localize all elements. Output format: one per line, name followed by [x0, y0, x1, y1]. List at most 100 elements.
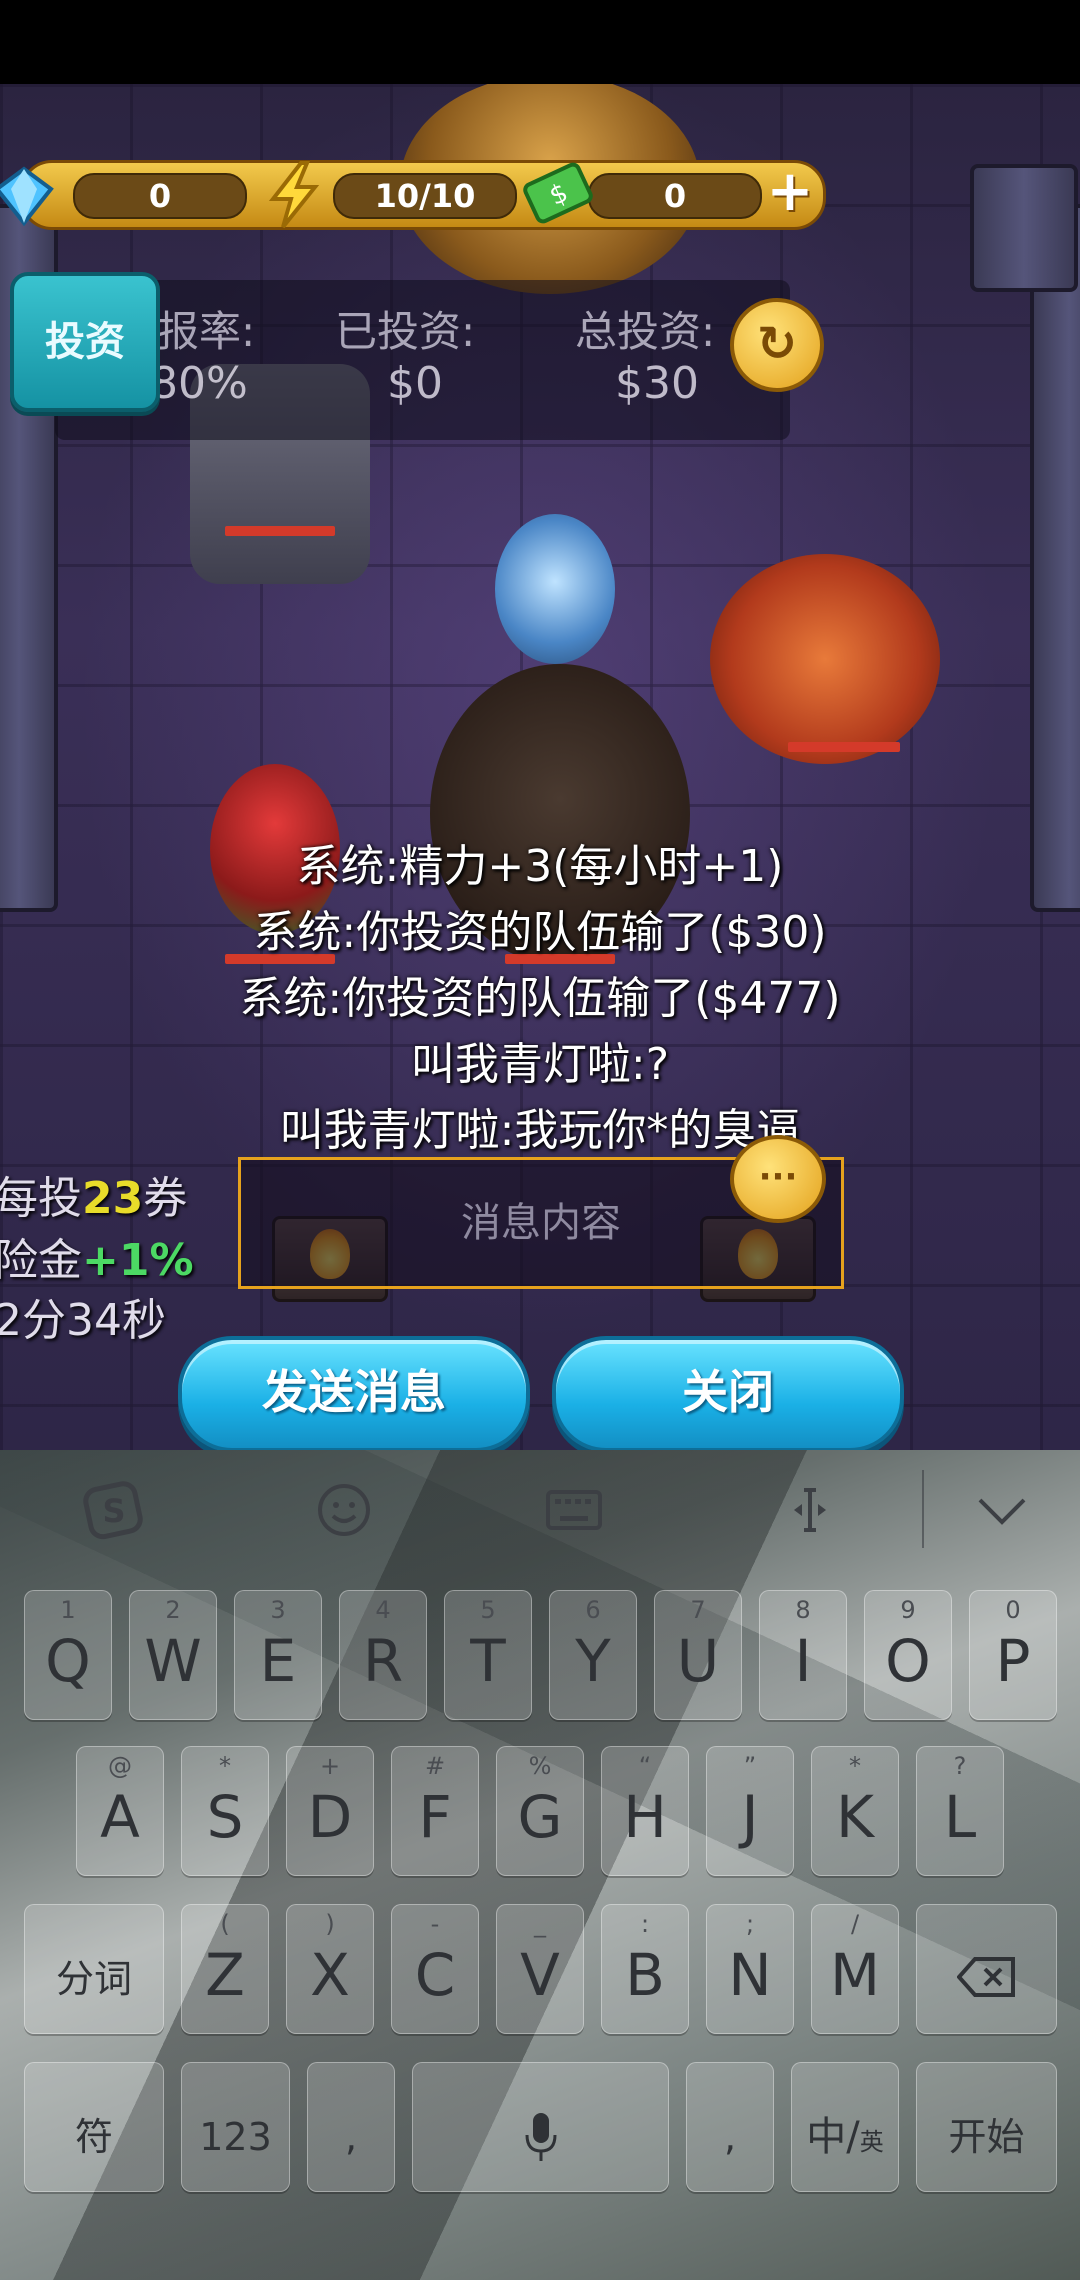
close-button[interactable]: 关闭 — [552, 1336, 904, 1450]
key-z[interactable]: (Z — [181, 1904, 269, 2034]
cursor-icon[interactable] — [778, 1478, 842, 1542]
delete-key[interactable] — [916, 1904, 1057, 2034]
key-label: 123 — [199, 2115, 272, 2159]
invested-value: $0 — [387, 358, 443, 409]
punctuation-key[interactable]: , — [686, 2062, 774, 2192]
beetle-health-bar — [788, 742, 900, 752]
key-k[interactable]: * K — [811, 1746, 899, 1876]
language-switch-key[interactable]: 中/英 — [791, 2062, 899, 2192]
refresh-icon: ↻ — [756, 316, 798, 372]
key-label: P — [995, 1627, 1031, 1695]
send-message-button[interactable]: 发送消息 — [178, 1336, 530, 1450]
invest-button[interactable]: 投资 — [10, 272, 160, 412]
key-o[interactable]: 9O — [864, 1590, 952, 1720]
per-invest-text: 每投23券 — [0, 1162, 187, 1226]
key-label: E — [259, 1627, 297, 1695]
key-j[interactable]: ” J — [706, 1746, 794, 1876]
key-s[interactable]: * S — [181, 1746, 269, 1876]
key-label: A — [100, 1783, 140, 1851]
key-u[interactable]: 7U — [654, 1590, 742, 1720]
chat-line: 叫我青灯啦:? — [410, 1039, 670, 1090]
comma-key[interactable]: , — [307, 2062, 395, 2192]
chat-bubble-button[interactable]: ··· — [730, 1135, 826, 1223]
total-invest-value: $30 — [615, 358, 699, 409]
chat-line: 系统:你投资的队伍输了($477) — [239, 973, 841, 1024]
english-label: 英 — [859, 2128, 884, 2156]
symbol-key[interactable]: 符 — [24, 2062, 164, 2192]
ice-spirit-monster[interactable] — [495, 514, 615, 664]
key-label: K — [835, 1783, 875, 1851]
insurance-value: +1% — [82, 1235, 194, 1286]
key-n[interactable]: ; N — [706, 1904, 794, 2034]
key-label: J — [741, 1783, 759, 1851]
cash-icon: $ — [523, 161, 593, 224]
key-label: N — [728, 1941, 772, 2009]
keyboard-icon[interactable] — [542, 1478, 606, 1542]
collapse-icon[interactable] — [970, 1478, 1034, 1542]
helmet-beetle-monster[interactable] — [710, 554, 940, 764]
go-key[interactable]: 开始 — [916, 2062, 1057, 2192]
segment-key[interactable]: 分词 — [24, 1904, 164, 2034]
chat-line: 叫我青灯啦:我玩你*的臭逼 — [279, 1105, 801, 1156]
key-label: , — [344, 2115, 358, 2159]
key-f[interactable]: # F — [391, 1746, 479, 1876]
key-label: Q — [45, 1627, 91, 1695]
add-currency-button[interactable]: + — [763, 164, 817, 221]
key-h[interactable]: “H — [601, 1746, 689, 1876]
per-invest-suffix: 券 — [143, 1173, 188, 1224]
total-invest-label: 总投资: — [575, 307, 716, 356]
key-r[interactable]: 4R — [339, 1590, 427, 1720]
key-w[interactable]: 2W — [129, 1590, 217, 1720]
key-q[interactable]: 1Q — [24, 1590, 112, 1720]
key-label: 中/英 — [806, 2114, 884, 2160]
key-label: O — [885, 1627, 931, 1695]
diamond-icon — [0, 165, 55, 227]
game-screen: 0 10/10 0 $ + 报率: 80% 已投资: $0 总投资: $30 投… — [0, 84, 1080, 1450]
key-label: L — [943, 1783, 977, 1851]
key-label: S — [206, 1783, 244, 1851]
investment-info-panel: 报率: 80% 已投资: $0 总投资: $30 — [55, 280, 790, 440]
key-label: U — [676, 1627, 720, 1695]
energy-count: 10/10 — [333, 173, 517, 219]
key-label: 符 — [74, 2115, 113, 2159]
key-label: D — [307, 1783, 353, 1851]
key-label: R — [362, 1627, 404, 1695]
key-a[interactable]: @ A — [76, 1746, 164, 1876]
insurance-text: 险金+1% — [0, 1224, 194, 1288]
key-label: V — [520, 1941, 560, 2009]
key-c[interactable]: -C — [391, 1904, 479, 2034]
key-label: Z — [205, 1941, 245, 2009]
insurance-prefix: 险金 — [0, 1235, 82, 1286]
key-label: G — [517, 1783, 563, 1851]
key-e[interactable]: 3E — [234, 1590, 322, 1720]
key-label: T — [470, 1627, 506, 1695]
gem-count: 0 — [73, 173, 247, 219]
key-b[interactable]: :B — [601, 1904, 689, 2034]
key-l[interactable]: ? L — [916, 1746, 1004, 1876]
space-key[interactable] — [412, 2062, 669, 2192]
key-x[interactable]: ) X — [286, 1904, 374, 2034]
sogou-logo-icon[interactable]: S — [82, 1478, 146, 1542]
status-bar — [0, 0, 1080, 84]
numbers-key[interactable]: 123 — [181, 2062, 290, 2192]
right-wall-pillar — [1030, 204, 1080, 912]
corner-pillar-right — [970, 164, 1078, 292]
key-g[interactable]: % G — [496, 1746, 584, 1876]
key-p[interactable]: 0P — [969, 1590, 1057, 1720]
key-v[interactable]: _ V — [496, 1904, 584, 2034]
lightning-icon — [263, 161, 325, 229]
key-label: X — [310, 1941, 350, 2009]
key-y[interactable]: 6Y — [549, 1590, 637, 1720]
key-d[interactable]: + D — [286, 1746, 374, 1876]
chat-line: 系统:你投资的队伍输了($30) — [253, 907, 827, 958]
key-i[interactable]: 8I — [759, 1590, 847, 1720]
key-m[interactable]: / M — [811, 1904, 899, 2034]
key-t[interactable]: 5T — [444, 1590, 532, 1720]
resource-bar: 0 10/10 0 $ + — [0, 160, 826, 230]
refresh-button[interactable]: ↻ — [730, 298, 824, 392]
return-rate-value: 80% — [150, 358, 248, 409]
microphone-icon — [413, 2097, 668, 2192]
golem-health-bar — [225, 526, 335, 536]
emoji-icon[interactable] — [312, 1478, 376, 1542]
key-label: W — [144, 1627, 202, 1695]
